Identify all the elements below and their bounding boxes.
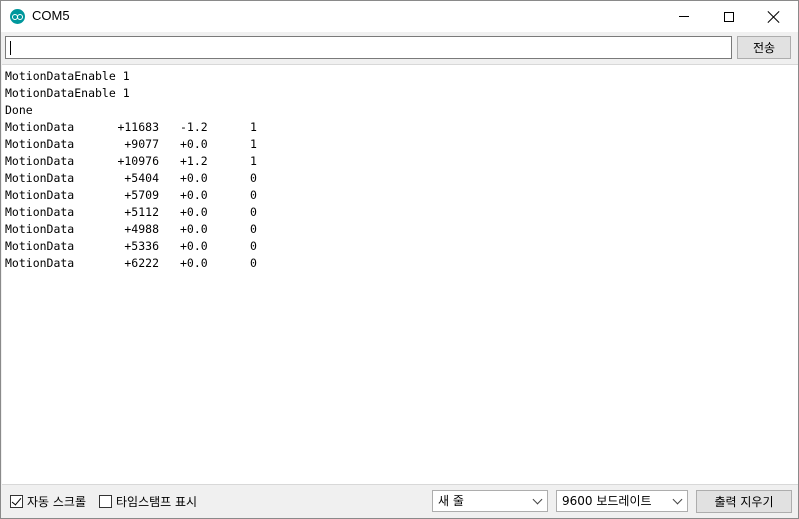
clear-output-button[interactable]: 출력 지우기 bbox=[696, 490, 792, 513]
row-value: +10976 bbox=[117, 154, 159, 168]
motion-data-row: MotionData +5112 +0.0 0 bbox=[5, 204, 798, 221]
row-flag: 0 bbox=[250, 171, 257, 185]
maximize-icon bbox=[724, 11, 734, 22]
row-flag: 0 bbox=[250, 205, 257, 219]
row-angle: +0.0 bbox=[180, 137, 208, 151]
chevron-down-icon bbox=[532, 494, 543, 505]
row-label: MotionData bbox=[5, 188, 75, 202]
send-input[interactable] bbox=[5, 36, 732, 59]
row-flag: 0 bbox=[250, 256, 257, 270]
minimize-button[interactable] bbox=[661, 1, 707, 32]
row-flag: 0 bbox=[250, 188, 257, 202]
row-label: MotionData bbox=[5, 137, 75, 151]
baud-rate-select[interactable]: 9600 보드레이트 bbox=[556, 490, 688, 512]
close-button[interactable] bbox=[751, 1, 797, 32]
row-flag: 0 bbox=[250, 239, 257, 253]
title-bar[interactable]: COM5 bbox=[1, 1, 798, 32]
autoscroll-checkbox[interactable] bbox=[10, 495, 23, 508]
arduino-app-icon bbox=[10, 9, 25, 24]
row-angle: +0.0 bbox=[180, 222, 208, 236]
row-label: MotionData bbox=[5, 256, 75, 270]
output-line: Done bbox=[5, 103, 33, 117]
row-value: +5112 bbox=[124, 205, 159, 219]
line-ending-select[interactable]: 새 줄 bbox=[432, 490, 548, 512]
timestamp-label[interactable]: 타임스탬프 표시 bbox=[116, 493, 197, 510]
row-value: +11683 bbox=[117, 120, 159, 134]
row-value: +5336 bbox=[124, 239, 159, 253]
row-angle: +1.2 bbox=[180, 154, 208, 168]
output-line: MotionDataEnable 1 bbox=[5, 69, 130, 83]
timestamp-checkbox[interactable] bbox=[99, 495, 112, 508]
serial-monitor-window: COM5 전송 MotionDataEnable 1 MotionDataEna… bbox=[0, 0, 799, 519]
output-line: MotionDataEnable 1 bbox=[5, 86, 130, 100]
row-angle: +0.0 bbox=[180, 205, 208, 219]
row-angle: +0.0 bbox=[180, 239, 208, 253]
row-label: MotionData bbox=[5, 205, 75, 219]
row-flag: 0 bbox=[250, 222, 257, 236]
row-angle: -1.2 bbox=[180, 120, 208, 134]
motion-data-row: MotionData +9077 +0.0 1 bbox=[5, 136, 798, 153]
row-angle: +0.0 bbox=[180, 256, 208, 270]
line-ending-value: 새 줄 bbox=[438, 494, 464, 508]
baud-rate-value: 9600 보드레이트 bbox=[562, 494, 652, 508]
row-label: MotionData bbox=[5, 171, 75, 185]
row-flag: 1 bbox=[250, 154, 257, 168]
row-value: +5404 bbox=[124, 171, 159, 185]
row-value: +5709 bbox=[124, 188, 159, 202]
serial-output[interactable]: MotionDataEnable 1 MotionDataEnable 1 Do… bbox=[2, 64, 798, 485]
send-button[interactable]: 전송 bbox=[737, 36, 791, 59]
row-label: MotionData bbox=[5, 154, 75, 168]
row-angle: +0.0 bbox=[180, 171, 208, 185]
chevron-down-icon bbox=[672, 494, 683, 505]
row-flag: 1 bbox=[250, 137, 257, 151]
row-value: +6222 bbox=[124, 256, 159, 270]
send-row: 전송 bbox=[1, 32, 798, 64]
row-value: +4988 bbox=[124, 222, 159, 236]
motion-data-row: MotionData +4988 +0.0 0 bbox=[5, 221, 798, 238]
motion-data-row: MotionData +6222 +0.0 0 bbox=[5, 255, 798, 272]
motion-data-row: MotionData +5709 +0.0 0 bbox=[5, 187, 798, 204]
row-value: +9077 bbox=[124, 137, 159, 151]
autoscroll-label[interactable]: 자동 스크롤 bbox=[27, 493, 86, 510]
close-icon bbox=[768, 11, 780, 23]
motion-data-row: MotionData +11683 -1.2 1 bbox=[5, 119, 798, 136]
row-label: MotionData bbox=[5, 239, 75, 253]
motion-data-row: MotionData +10976 +1.2 1 bbox=[5, 153, 798, 170]
bottom-toolbar: 자동 스크롤 타임스탬프 표시 새 줄 9600 보드레이트 출력 지우기 bbox=[1, 485, 798, 518]
maximize-button[interactable] bbox=[706, 1, 752, 32]
row-label: MotionData bbox=[5, 222, 75, 236]
row-label: MotionData bbox=[5, 120, 75, 134]
window-title: COM5 bbox=[32, 8, 70, 23]
motion-data-rows: MotionData +11683 -1.2 1 MotionData +9077 +0.0… bbox=[5, 119, 798, 272]
row-angle: +0.0 bbox=[180, 188, 208, 202]
row-flag: 1 bbox=[250, 120, 257, 134]
motion-data-row: MotionData +5404 +0.0 0 bbox=[5, 170, 798, 187]
minimize-icon bbox=[679, 16, 689, 17]
motion-data-row: MotionData +5336 +0.0 0 bbox=[5, 238, 798, 255]
text-caret bbox=[10, 41, 11, 55]
